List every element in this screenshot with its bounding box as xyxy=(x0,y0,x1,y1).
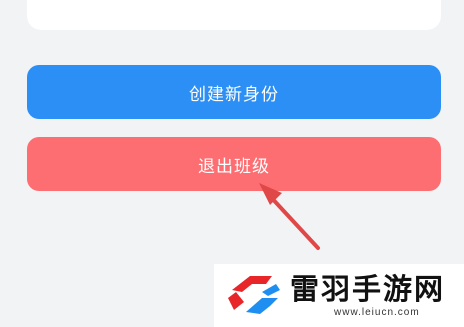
watermark-site-name: 雷羽手游网 xyxy=(290,271,446,306)
site-watermark: 雷羽手游网 www.leiucn.com xyxy=(214,264,464,327)
create-identity-button[interactable]: 创建新身份 xyxy=(27,65,441,119)
create-identity-label: 创建新身份 xyxy=(189,84,279,105)
leiyu-logo-icon xyxy=(228,275,280,314)
exit-class-label: 退出班级 xyxy=(198,156,270,177)
watermark-url: www.leiucn.com xyxy=(334,306,420,318)
exit-class-button[interactable]: 退出班级 xyxy=(27,137,441,191)
top-card xyxy=(27,0,441,30)
